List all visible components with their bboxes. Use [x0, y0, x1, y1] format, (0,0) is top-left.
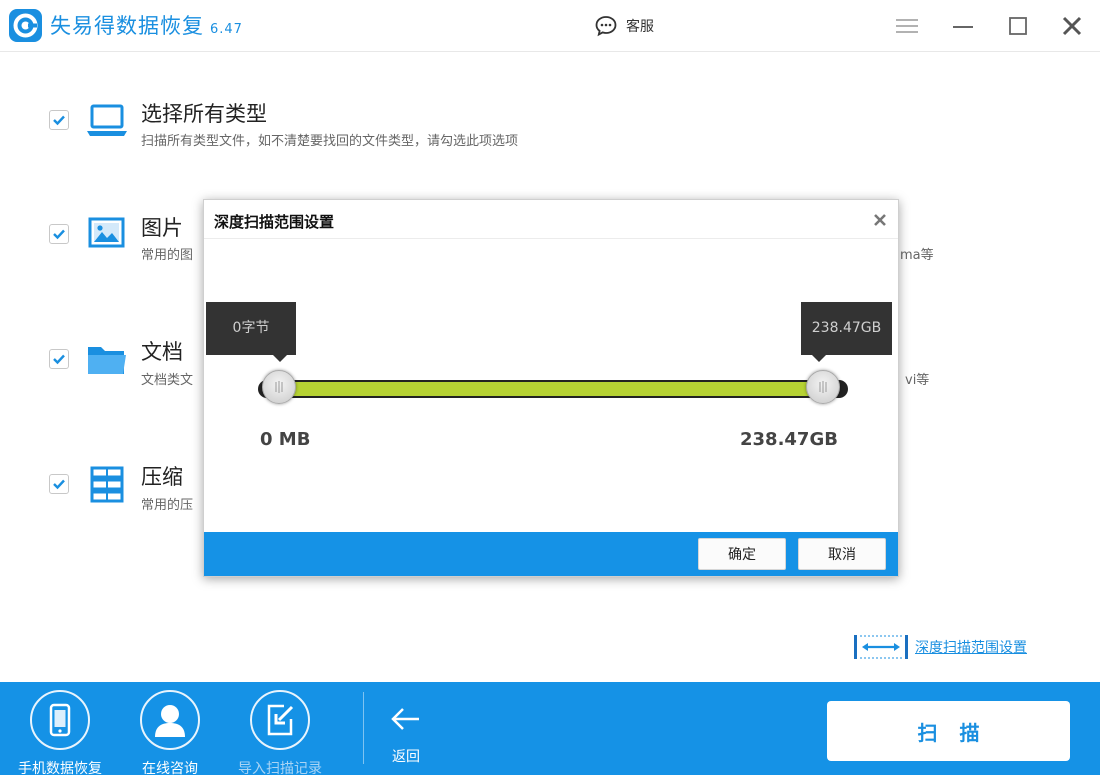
category-description: 常用的图: [141, 248, 194, 263]
minimize-button[interactable]: [949, 12, 977, 40]
menu-button[interactable]: [893, 12, 921, 40]
category-all-types: 选择所有类型 扫描所有类型文件，如不清楚要找回的文件类型，请勾选此项选项: [0, 96, 1100, 156]
ok-button[interactable]: 确定: [698, 538, 786, 570]
import-scan-record-button[interactable]: 导入扫描记录: [230, 688, 330, 775]
import-scan-record-label: 导入扫描记录: [238, 761, 322, 775]
import-icon: [250, 690, 310, 750]
dialog-title: 深度扫描范围设置: [214, 213, 335, 231]
maximize-icon: [1009, 17, 1027, 35]
grip-icon: [275, 381, 283, 393]
app-version: 6.47: [210, 22, 243, 37]
category-description: 文档类文: [141, 373, 194, 388]
range-min-label: 0 MB: [260, 429, 311, 450]
category-title: 图片: [141, 216, 183, 240]
toolbar-divider: [363, 692, 364, 764]
range-slider-fill: [279, 382, 823, 396]
back-label: 返回: [392, 749, 420, 765]
checkmark-icon: [53, 229, 65, 240]
category-description-tail: ma等: [900, 248, 934, 263]
laptop-icon: [85, 98, 129, 142]
deep-scan-range-link-label[interactable]: 深度扫描范围设置: [915, 637, 1027, 657]
deep-scan-range-dialog: 深度扫描范围设置 0字节 238.47GB 0 MB 238.47GB 确定 取…: [203, 199, 899, 577]
category-documents-checkbox[interactable]: [49, 349, 69, 369]
checkmark-icon: [53, 115, 65, 126]
close-icon: [1062, 16, 1082, 36]
archive-icon: [85, 463, 129, 507]
online-consult-button[interactable]: 在线咨询: [120, 688, 220, 775]
bottom-toolbar: 手机数据恢复 在线咨询 导入扫描记录 返回 扫描: [0, 682, 1100, 775]
deep-scan-range-link[interactable]: 深度扫描范围设置: [853, 632, 1027, 662]
back-button[interactable]: 返回: [376, 702, 436, 767]
category-images-checkbox[interactable]: [49, 224, 69, 244]
customer-service-button[interactable]: 客服: [594, 14, 654, 38]
category-title: 压缩: [141, 465, 183, 489]
category-all-types-checkbox[interactable]: [49, 110, 69, 130]
menu-icon: [896, 19, 918, 33]
phone-recovery-button[interactable]: 手机数据恢复: [10, 688, 110, 775]
category-title: 选择所有类型: [141, 102, 267, 126]
close-window-button[interactable]: [1058, 12, 1086, 40]
scan-button[interactable]: 扫描: [827, 701, 1070, 761]
category-description: 常用的压: [141, 498, 194, 513]
folder-icon: [85, 338, 129, 382]
dialog-header-divider: [204, 238, 898, 239]
tooltip-max-arrow: [812, 355, 826, 362]
grip-icon: [819, 381, 827, 393]
dialog-close-button[interactable]: [870, 210, 890, 230]
cancel-button[interactable]: 取消: [798, 538, 886, 570]
checkmark-icon: [53, 354, 65, 365]
app-logo-icon: [9, 9, 42, 42]
online-consult-label: 在线咨询: [142, 761, 198, 775]
phone-recovery-label: 手机数据恢复: [18, 761, 102, 775]
app-name: 失易得数据恢复: [50, 14, 204, 38]
phone-icon: [30, 690, 90, 750]
title-bar: 失易得数据恢复 6.47 客服: [0, 0, 1100, 52]
close-icon: [874, 214, 886, 226]
tooltip-min-value: 0字节: [206, 302, 296, 355]
tooltip-max-value: 238.47GB: [801, 302, 892, 355]
range-slider-max-handle[interactable]: [806, 370, 840, 404]
category-description: 扫描所有类型文件，如不清楚要找回的文件类型，请勾选此项选项: [141, 134, 519, 149]
category-title: 文档: [141, 340, 183, 364]
user-icon: [140, 690, 200, 750]
category-description-tail: vi等: [905, 373, 930, 388]
checkmark-icon: [53, 479, 65, 490]
range-slider-min-handle[interactable]: [262, 370, 296, 404]
minimize-icon: [953, 26, 973, 28]
customer-service-label: 客服: [626, 19, 654, 35]
category-archives-checkbox[interactable]: [49, 474, 69, 494]
arrow-left-icon: [391, 708, 419, 730]
tooltip-min-arrow: [273, 355, 287, 362]
range-max-label: 238.47GB: [740, 429, 838, 450]
image-icon: [85, 212, 129, 256]
range-arrows-icon: [854, 635, 908, 659]
dialog-footer: 确定 取消: [204, 532, 898, 576]
chat-icon: [595, 16, 617, 37]
maximize-button[interactable]: [1004, 12, 1032, 40]
